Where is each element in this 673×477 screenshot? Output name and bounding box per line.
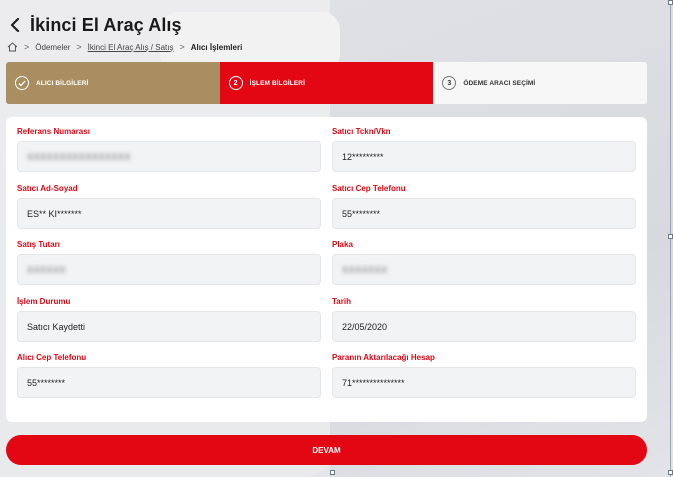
field-value: 71*************** (342, 377, 405, 388)
field-value: 55******** (27, 377, 66, 388)
field-referans: Referans Numarası XXXXXXXXXXXXXXXX (17, 127, 321, 172)
field-label: Referans Numarası (17, 127, 90, 136)
resize-handle-bottom-center[interactable] (330, 470, 335, 475)
satici-ad-input[interactable]: ES** KI******* (17, 198, 321, 229)
field-satis-tutari: Satış Tutarı XXXXXX (17, 240, 321, 285)
resize-handle-middle[interactable] (668, 234, 673, 239)
hesap-input[interactable]: 71*************** (332, 367, 636, 398)
page-title: İkinci El Araç Alış (30, 14, 182, 35)
field-value: Satıcı Kaydetti (27, 321, 86, 332)
satici-tel-input[interactable]: 55******** (332, 198, 636, 229)
field-label: Tarih (332, 297, 351, 306)
field-label: Alıcı Cep Telefonu (17, 353, 87, 362)
home-icon[interactable] (6, 41, 18, 53)
field-value: XXXXXXX (342, 264, 388, 275)
breadcrumb-item-arac[interactable]: İkinci El Araç Alış / Satış (88, 43, 174, 52)
field-label: Satış Tutarı (17, 240, 60, 249)
step-islem-bilgileri[interactable]: 2 İŞLEM BİLGİLERİ (219, 62, 434, 104)
check-icon (15, 76, 29, 90)
field-label: Satıcı Ad-Soyad (17, 184, 78, 193)
field-value: 22/05/2020 (342, 321, 388, 332)
field-value: 55******** (342, 208, 381, 219)
resize-handle-top[interactable] (668, 0, 673, 5)
breadcrumb-separator-icon: > (76, 42, 82, 52)
field-satici-ad: Satıcı Ad-Soyad ES** KI******* (17, 184, 321, 229)
alici-tel-input[interactable]: 55******** (17, 367, 321, 398)
field-hesap: Paranın Aktarılacağı Hesap 71***********… (332, 353, 636, 398)
field-satici-tckn: Satıcı Tckn/Vkn 12********* (332, 127, 636, 172)
breadcrumb-separator-icon: > (24, 42, 30, 52)
referans-input[interactable]: XXXXXXXXXXXXXXXX (17, 141, 321, 172)
progress-stepper: ALICI BİLGİLERİ 2 İŞLEM BİLGİLERİ 3 ÖDEM… (6, 62, 647, 104)
step-label: ÖDEME ARACI SEÇİMİ (463, 79, 536, 87)
step-number: 3 (442, 76, 457, 90)
field-value: ES** KI******* (27, 208, 82, 219)
chevron-left-icon[interactable] (6, 14, 24, 36)
plaka-input[interactable]: XXXXXXX (332, 254, 636, 285)
resize-handle-bottom[interactable] (668, 470, 673, 475)
field-label: Satıcı Tckn/Vkn (332, 127, 391, 136)
field-value: 12********* (342, 151, 384, 162)
step-number: 2 (228, 76, 243, 90)
field-label: Satıcı Cep Telefonu (332, 184, 406, 193)
field-label: Paranın Aktarılacağı Hesap (332, 353, 435, 362)
field-satici-tel: Satıcı Cep Telefonu 55******** (332, 184, 636, 229)
tarih-input[interactable]: 22/05/2020 (332, 311, 636, 342)
field-plaka: Plaka XXXXXXX (332, 240, 636, 285)
islem-durumu-input[interactable]: Satıcı Kaydetti (17, 311, 321, 342)
field-islem-durumu: İşlem Durumu Satıcı Kaydetti (17, 297, 321, 342)
step-odeme-araci[interactable]: 3 ÖDEME ARACI SEÇİMİ (433, 62, 647, 104)
field-tarih: Tarih 22/05/2020 (332, 297, 636, 342)
breadcrumb: > Ödemeler > İkinci El Araç Alış / Satış… (6, 40, 242, 54)
satis-tutari-input[interactable]: XXXXXX (17, 254, 321, 285)
field-label: İşlem Durumu (17, 297, 71, 306)
step-alici-bilgileri[interactable]: ALICI BİLGİLERİ (6, 62, 220, 104)
page-header: İkinci El Araç Alış (6, 12, 182, 38)
satici-tckn-input[interactable]: 12********* (332, 141, 636, 172)
field-value: XXXXXX (27, 264, 67, 275)
step-label: ALICI BİLGİLERİ (36, 79, 89, 87)
field-value: XXXXXXXXXXXXXXXX (27, 151, 132, 162)
continue-button[interactable]: DEVAM (6, 435, 647, 465)
form-card: Referans Numarası XXXXXXXXXXXXXXXX Satıc… (6, 117, 647, 422)
field-alici-tel: Alıcı Cep Telefonu 55******** (17, 353, 321, 398)
breadcrumb-separator-icon: > (179, 42, 185, 52)
breadcrumb-item-odemeler[interactable]: Ödemeler (35, 43, 70, 52)
field-label: Plaka (332, 240, 353, 249)
breadcrumb-item-current: Alıcı İşlemleri (190, 42, 243, 52)
step-label: İŞLEM BİLGİLERİ (249, 79, 305, 87)
